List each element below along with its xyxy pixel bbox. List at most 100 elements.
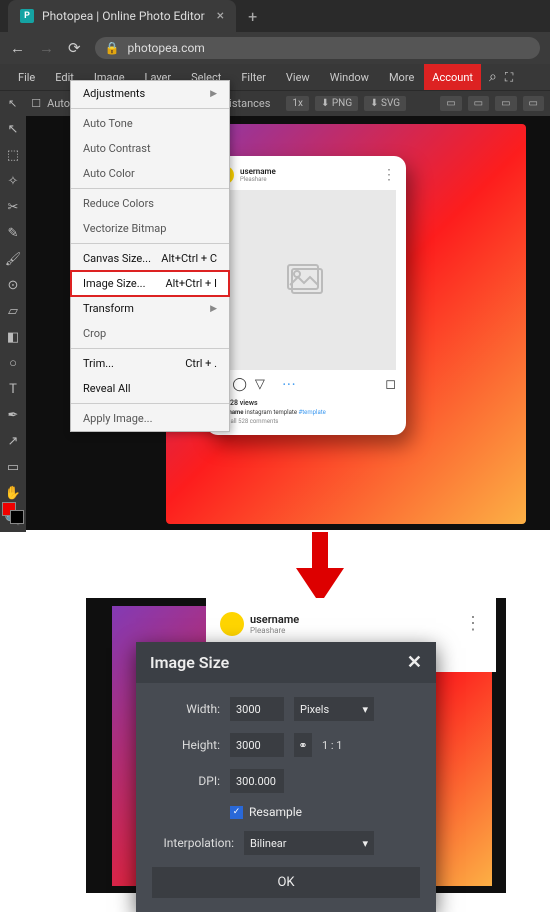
eyedropper-tool[interactable]: ✎ <box>4 224 22 242</box>
blur-tool[interactable]: ○ <box>4 354 22 372</box>
width-label: Width: <box>152 702 220 716</box>
browser-tab[interactable]: P Photopea | Online Photo Editor × <box>8 0 236 32</box>
units-select[interactable]: Pixels▾ <box>294 697 374 721</box>
menu-reveal-all[interactable]: Reveal All <box>71 376 229 401</box>
menu-more[interactable]: More <box>379 64 424 90</box>
submenu-arrow-icon: ▶ <box>210 89 217 99</box>
lock-icon: 🔒 <box>105 41 120 55</box>
auto-label: Auto <box>47 97 70 110</box>
type-tool[interactable]: T <box>4 380 22 398</box>
menu-auto-tone[interactable]: Auto Tone <box>71 111 229 136</box>
menu-image-size[interactable]: Image Size...Alt+Ctrl + I <box>71 271 229 296</box>
interpolation-label: Interpolation: <box>152 836 234 850</box>
menu-auto-color[interactable]: Auto Color <box>71 161 229 186</box>
views-count: 10.328 views <box>216 399 396 407</box>
comment-icon: ◯ <box>232 377 247 392</box>
shape-tool[interactable]: ▭ <box>4 458 22 476</box>
reload-button[interactable]: ⟳ <box>68 39 81 57</box>
more-icon: ⋮ <box>464 621 482 627</box>
aspect-ratio: 1 : 1 <box>322 739 343 752</box>
menu-transform[interactable]: Transform▶ <box>71 296 229 321</box>
auto-checkbox[interactable]: ☐ <box>31 97 41 110</box>
clone-tool[interactable]: ⊙ <box>4 276 22 294</box>
bookmark-icon: ◻ <box>385 377 396 392</box>
resample-label: Resample <box>249 805 302 819</box>
align-btn-4[interactable]: ▭ <box>523 96 544 111</box>
new-tab-button[interactable]: + <box>236 7 269 26</box>
menu-file[interactable]: File <box>8 64 45 90</box>
menu-trim[interactable]: Trim...Ctrl + . <box>71 351 229 376</box>
wand-tool[interactable]: ✧ <box>4 172 22 190</box>
menu-filter[interactable]: Filter <box>231 64 276 90</box>
align-btn-1[interactable]: ▭ <box>440 96 461 111</box>
hand-tool[interactable]: ✋ <box>4 484 22 502</box>
avatar <box>220 612 244 636</box>
link-dimensions-icon[interactable]: ⚭ <box>294 733 312 757</box>
move-tool[interactable]: ↖ <box>4 120 22 138</box>
chevron-down-icon: ▾ <box>362 837 368 850</box>
color-swatches[interactable] <box>2 502 24 524</box>
align-btn-2[interactable]: ▭ <box>468 96 489 111</box>
place-label: Pleashare <box>240 176 276 183</box>
tools-panel: ↖ ⬚ ✧ ✂ ✎ 🖌 ⊙ ▱ ◧ ○ T ✒ ↗ ▭ ✋ 🔍 <box>0 116 26 532</box>
zoom-selector[interactable]: 1x <box>286 96 309 111</box>
menu-adjustments[interactable]: Adjustments▶ <box>71 81 229 106</box>
brush-tool[interactable]: 🖌 <box>4 250 22 268</box>
view-comments: View all 528 comments <box>216 418 396 425</box>
width-input[interactable] <box>230 697 284 721</box>
more-icon: ⋮ <box>382 172 396 178</box>
browser-tab-bar: P Photopea | Online Photo Editor × + <box>0 0 550 32</box>
caption: Username instagram template #template <box>216 409 396 416</box>
image-menu-dropdown: Adjustments▶ Auto Tone Auto Contrast Aut… <box>70 80 230 432</box>
forward-button[interactable]: → <box>39 39 54 57</box>
path-tool[interactable]: ↗ <box>4 432 22 450</box>
submenu-arrow-icon: ▶ <box>210 304 217 314</box>
menu-reduce-colors[interactable]: Reduce Colors <box>71 191 229 216</box>
crop-tool[interactable]: ✂ <box>4 198 22 216</box>
browser-url-bar: ← → ⟳ 🔒 photopea.com <box>0 32 550 64</box>
image-size-dialog: Image Size ✕ Width: Pixels▾ Height: ⚭ 1 … <box>136 642 436 912</box>
url-text: photopea.com <box>128 41 205 55</box>
dialog-titlebar: Image Size ✕ <box>136 642 436 683</box>
pen-tool[interactable]: ✒ <box>4 406 22 424</box>
resample-checkbox[interactable]: ✓ Resample <box>230 805 420 819</box>
dpi-input[interactable] <box>230 769 284 793</box>
instagram-post-mockup: username Pleashare ⋮ ♥ ◯ ▽ • • • ◻ 10.32… <box>206 156 406 435</box>
move-tool-icon: ↖ <box>8 97 17 110</box>
marquee-tool[interactable]: ⬚ <box>4 146 22 164</box>
menu-apply-image[interactable]: Apply Image... <box>71 406 229 431</box>
background-color[interactable] <box>10 510 24 524</box>
interpolation-select[interactable]: Bilinear▾ <box>244 831 374 855</box>
close-tab-icon[interactable]: × <box>217 8 224 24</box>
close-icon[interactable]: ✕ <box>407 652 422 673</box>
dialog-title: Image Size <box>150 653 229 672</box>
canvas-area-2: username Pleashare ⋮ Image Size ✕ Width:… <box>86 598 506 893</box>
carousel-dots: • • • <box>283 380 295 389</box>
height-input[interactable] <box>230 733 284 757</box>
photopea-favicon: P <box>20 9 34 23</box>
menu-vectorize[interactable]: Vectorize Bitmap <box>71 216 229 241</box>
eraser-tool[interactable]: ▱ <box>4 302 22 320</box>
dpi-label: DPI: <box>152 774 220 788</box>
align-btn-3[interactable]: ▭ <box>495 96 516 111</box>
menu-view[interactable]: View <box>276 64 320 90</box>
share-icon: ▽ <box>255 377 265 392</box>
height-label: Height: <box>152 738 220 752</box>
tab-title: Photopea | Online Photo Editor <box>42 9 205 23</box>
username-label: username <box>250 613 299 626</box>
fullscreen-icon[interactable]: ⛶ <box>505 70 513 85</box>
back-button[interactable]: ← <box>10 39 25 57</box>
export-svg[interactable]: ⬇ SVG <box>364 96 406 111</box>
checkbox-checked-icon: ✓ <box>230 806 243 819</box>
search-icon[interactable]: ⌕ <box>489 69 497 85</box>
menu-canvas-size[interactable]: Canvas Size...Alt+Ctrl + C <box>71 246 229 271</box>
menu-window[interactable]: Window <box>320 64 379 90</box>
export-png[interactable]: ⬇ PNG <box>315 96 358 111</box>
menu-crop[interactable]: Crop <box>71 321 229 346</box>
gradient-tool[interactable]: ◧ <box>4 328 22 346</box>
username-label: username <box>240 167 276 176</box>
ok-button[interactable]: OK <box>152 867 420 898</box>
menu-auto-contrast[interactable]: Auto Contrast <box>71 136 229 161</box>
url-field[interactable]: 🔒 photopea.com <box>95 37 540 59</box>
menu-account[interactable]: Account <box>424 64 481 90</box>
